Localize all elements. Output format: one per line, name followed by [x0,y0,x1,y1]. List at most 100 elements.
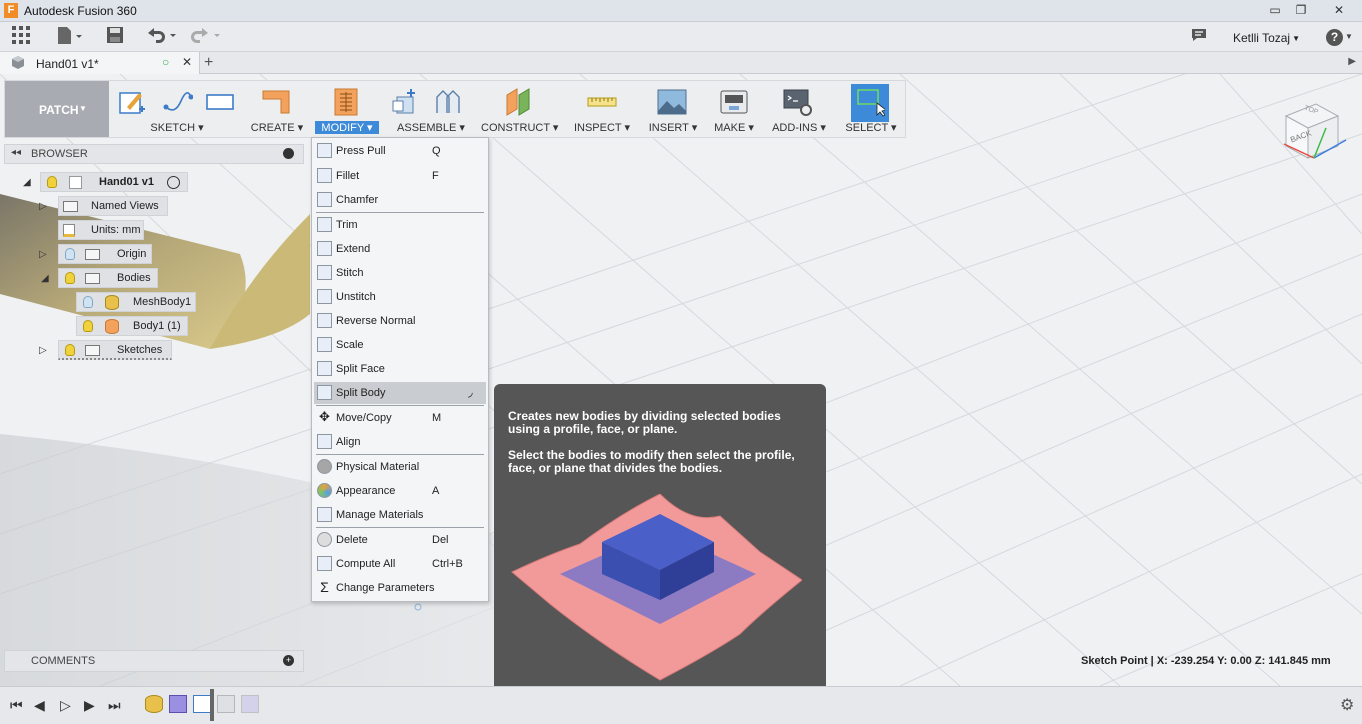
inspect-group-label: INSPECT ▾ [573,122,631,134]
menu-item-physical-material[interactable]: Physical Material [314,456,486,478]
document-tabs: Hand01 v1* ○ ✕ + ▶ [0,52,1362,74]
comments-panel[interactable]: COMMENTS + [4,650,304,672]
activate-radio-icon[interactable] [167,176,180,189]
timeline-suppressed-feature[interactable] [217,695,235,713]
inspect-group[interactable]: INSPECT ▾ [571,81,633,137]
menu-item-unstitch[interactable]: Unstitch [314,286,486,308]
menu-item-trim[interactable]: Trim [314,214,486,236]
step-forward-icon[interactable]: ▶ [84,697,95,714]
menu-item-delete[interactable]: Delete Del [314,529,486,551]
delete-icon [317,532,332,547]
help-menu[interactable]: ? ▼ [1326,26,1353,48]
menu-item-compute-all[interactable]: Compute All Ctrl+B [314,553,486,575]
sketch-group[interactable]: SKETCH ▾ [113,81,241,137]
timeline-mesh-feature[interactable] [145,695,163,713]
tree-item-meshbody[interactable]: MeshBody1 [76,292,196,312]
collapse-triangle-icon[interactable]: ◢ [23,177,31,188]
visibility-bulb-icon[interactable] [65,272,75,284]
file-menu-icon[interactable] [56,26,82,48]
select-group[interactable]: SELECT ▾ [843,81,899,137]
menu-item-scale[interactable]: Scale [314,334,486,356]
redo-icon[interactable] [190,26,222,48]
tree-item-sketches[interactable]: ▷ Sketches [39,340,172,360]
tree-item-origin[interactable]: ▷ Origin [39,244,152,264]
document-tab[interactable]: Hand01 v1* ○ ✕ [0,52,200,74]
physical-material-icon [317,459,332,474]
go-to-start-icon[interactable]: ⏮ [10,697,23,714]
restore-button[interactable]: ❐ [1290,2,1312,18]
tab-scroll-icon[interactable]: ▶ [1348,56,1356,67]
tree-item-units[interactable]: Units: mm [58,220,144,240]
close-window-button[interactable]: ✕ [1328,2,1350,18]
units-icon [63,224,75,237]
visibility-bulb-icon[interactable] [83,320,93,332]
sketches-label: Sketches [117,344,163,356]
menu-item-split-body[interactable]: Split Body ◞ [314,382,486,404]
timeline-convert-feature[interactable] [169,695,187,713]
minimize-button[interactable]: ▭ [1264,2,1286,18]
insert-group[interactable]: INSERT ▾ [647,81,699,137]
app-grid-icon[interactable] [12,26,30,48]
visibility-bulb-icon[interactable] [65,344,75,356]
undo-icon[interactable] [146,26,178,48]
close-tab-icon[interactable]: ✕ [182,55,192,69]
split-body-tooltip: Creates new bodies by dividing selected … [494,384,826,701]
expand-triangle-icon[interactable]: ▷ [39,201,47,212]
menu-item-change-parameters[interactable]: Σ Change Parameters [314,577,486,599]
timeline-bar: ⏮ ◀ ▷ ▶ ⏭ ⚙ [0,686,1362,724]
collapse-panel-icon[interactable]: ◂◂ [11,147,21,158]
notifications-icon[interactable] [1190,26,1208,48]
tree-item-body1[interactable]: Body1 (1) [76,316,188,336]
menu-item-extend[interactable]: Extend [314,238,486,260]
add-comment-icon[interactable]: + [283,655,294,666]
timeline-settings-gear-icon[interactable]: ⚙ [1340,695,1354,715]
tree-root-label: Hand01 v1 [99,176,155,188]
folder-icon [85,273,100,284]
visibility-bulb-icon[interactable] [47,176,57,188]
timeline-suppressed-feature[interactable] [241,695,259,713]
tree-item-bodies[interactable]: ◢ Bodies [41,268,158,288]
user-name: Ketlli Tozaj [1232,31,1291,45]
make-group[interactable]: MAKE ▾ [709,81,759,137]
menu-item-align[interactable]: Align [314,431,486,453]
menu-item-split-face[interactable]: Split Face [314,358,486,380]
menu-item-chamfer[interactable]: Chamfer [314,189,486,211]
addins-group[interactable]: ADD-INS ▾ [771,81,827,137]
menu-item-move-copy[interactable]: ✥ Move/Copy M [314,407,486,429]
tree-item-root[interactable]: ◢ Hand01 v1 [23,172,188,192]
assemble-group[interactable]: ASSEMBLE ▾ [385,81,477,137]
expand-triangle-icon[interactable]: ▷ [39,249,47,260]
menu-item-press-pull[interactable]: Press Pull Q [314,140,486,162]
visibility-bulb-icon[interactable] [65,248,75,260]
menu-item-reverse-normal[interactable]: Reverse Normal [314,310,486,332]
visibility-bulb-icon[interactable] [83,296,93,308]
expand-triangle-icon[interactable]: ▷ [39,345,47,356]
timeline-marker[interactable] [210,689,214,721]
menu-item-stitch[interactable]: Stitch [314,262,486,284]
play-icon[interactable]: ▷ [60,697,71,714]
create-group[interactable]: CREATE ▾ [245,81,309,137]
extend-icon [317,241,332,256]
browser-panel-header[interactable]: ◂◂ BROWSER [4,144,304,164]
menu-separator [316,405,484,406]
workspace-switcher[interactable]: PATCH ▼ [5,81,109,137]
menu-item-manage-materials[interactable]: Manage Materials [314,504,486,526]
go-to-end-icon[interactable]: ⏭ [108,697,121,714]
construct-group[interactable]: CONSTRUCT ▾ [481,81,558,137]
timeline-sketch-feature[interactable] [193,695,211,713]
menu-item-fillet[interactable]: Fillet F [314,165,486,187]
collapse-triangle-icon[interactable]: ◢ [41,273,49,284]
new-tab-icon[interactable]: + [204,54,213,72]
menu-item-appearance[interactable]: Appearance A [314,480,486,502]
insert-group-label: INSERT ▾ [648,122,698,134]
view-cube[interactable]: BACK TOP [1268,94,1356,174]
step-back-icon[interactable]: ◀ [34,697,45,714]
browser-pin-icon[interactable] [283,148,294,159]
select-group-label: SELECT ▾ [845,122,897,134]
save-icon[interactable] [106,26,124,48]
create-group-label: CREATE ▾ [250,122,304,134]
tree-item-named-views[interactable]: ▷ Named Views [39,196,168,216]
modify-group[interactable]: MODIFY ▾ [315,81,379,137]
user-menu[interactable]: Ketlli Tozaj ▼ [1233,31,1300,45]
solid-body-icon [105,319,119,334]
